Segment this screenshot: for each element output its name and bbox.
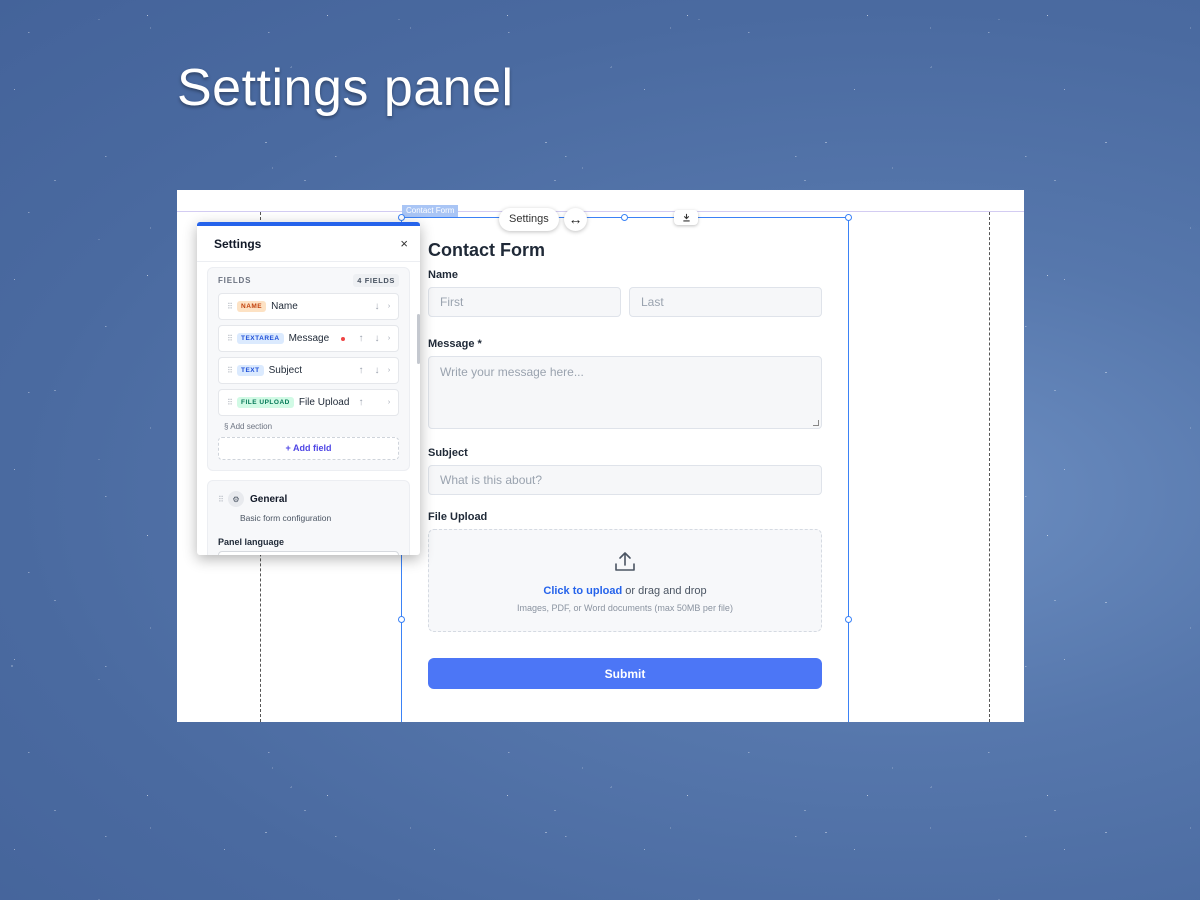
move-up-icon[interactable]: ↑ [353, 365, 369, 376]
drag-handle-icon[interactable]: ⠿ [227, 398, 237, 407]
general-description: Basic form configuration [240, 513, 332, 523]
resize-width-button[interactable]: ↔ [564, 208, 587, 231]
general-title: General [250, 493, 288, 505]
subject-label: Subject [428, 447, 468, 459]
close-icon[interactable]: × [400, 236, 408, 251]
last-name-input[interactable]: Last [629, 287, 822, 317]
drag-handle-icon[interactable]: ⠿ [218, 495, 228, 504]
textarea-resize-grip[interactable] [813, 420, 819, 426]
subject-input[interactable]: What is this about? [428, 465, 822, 495]
name-label: Name [428, 269, 458, 281]
resize-handle-top-left[interactable] [398, 214, 405, 221]
form-title: Contact Form [428, 240, 545, 260]
add-section-button[interactable]: § Add section [224, 422, 399, 431]
panel-scrollbar[interactable] [417, 314, 420, 364]
field-type-tag: FILE UPLOAD [237, 397, 294, 408]
expand-chevron-icon[interactable]: › [385, 367, 393, 374]
slide-title: Settings panel [177, 59, 514, 117]
settings-panel-header: Settings × [197, 226, 420, 262]
ghost-element-label: Contact Form [402, 205, 459, 217]
file-upload-label: File Upload [428, 511, 488, 523]
resize-handle-top-right[interactable] [845, 214, 852, 221]
upload-icon [615, 552, 635, 571]
click-to-upload-link[interactable]: Click to upload [543, 585, 622, 597]
upload-hint: Images, PDF, or Word documents (max 50MB… [517, 603, 733, 613]
contact-form: Contact Form Name First Last Message * W… [428, 240, 822, 689]
field-row[interactable]: ⠿ TEXT Subject ↑ ↓ › [218, 357, 399, 384]
add-field-button[interactable]: + Add field [218, 437, 399, 460]
submit-button[interactable]: Submit [428, 658, 822, 689]
gear-icon: ⚙ [228, 491, 244, 507]
field-name: Message [288, 333, 330, 344]
field-type-tag: TEXT [237, 365, 264, 376]
download-icon [682, 213, 690, 222]
fields-caption: FIELDS [218, 275, 252, 285]
selection-settings-button[interactable]: Settings [499, 208, 559, 231]
field-type-tag: TEXTAREA [237, 333, 284, 344]
required-indicator [341, 336, 345, 341]
horizontal-arrows-icon: ↔ [568, 211, 583, 227]
resize-handle-middle-right[interactable] [845, 616, 852, 623]
drag-handle-icon[interactable]: ⠿ [227, 302, 237, 311]
field-row[interactable]: ⠿ TEXTAREA Message ↑ ↓ › [218, 325, 399, 352]
field-name: Subject [268, 365, 302, 376]
settings-panel-title: Settings [214, 236, 262, 251]
message-placeholder: Write your message here... [440, 365, 584, 379]
horizontal-guide [177, 211, 1024, 212]
field-row[interactable]: ⠿FILE UPLOADFile Upload↑↓› [218, 389, 399, 416]
expand-chevron-icon[interactable]: › [385, 399, 393, 406]
field-type-tag: NAME [237, 301, 267, 312]
vertical-guide-right [989, 212, 990, 722]
field-list: ⠿NAMEName↑↓›⠿TEXTAREAMessage↑↓›⠿TEXTSubj… [218, 293, 399, 416]
move-up-icon[interactable]: ↑ [353, 397, 369, 408]
general-section[interactable]: ⠿ ⚙ General Basic form configuration Pan… [207, 480, 410, 555]
message-textarea[interactable]: Write your message here... [428, 356, 822, 429]
move-down-icon[interactable]: ↓ [369, 301, 385, 312]
field-name: Name [271, 301, 298, 312]
download-button[interactable] [674, 210, 698, 225]
expand-chevron-icon[interactable]: › [385, 335, 393, 342]
fields-count-badge: 4 FIELDS [353, 273, 399, 287]
settings-panel: Settings × FIELDS 4 FIELDS ⠿NAMEName↑↓›⠿… [197, 222, 420, 555]
panel-language-select[interactable] [218, 551, 399, 555]
fields-section: FIELDS 4 FIELDS ⠿NAMEName↑↓›⠿TEXTAREAMes… [207, 267, 410, 471]
move-up-icon[interactable]: ↑ [353, 333, 369, 344]
message-label: Message * [428, 338, 482, 350]
resize-handle-middle-left[interactable] [398, 616, 405, 623]
move-down-icon[interactable]: ↓ [369, 333, 385, 344]
field-row[interactable]: ⠿NAMEName↑↓› [218, 293, 399, 320]
file-dropzone[interactable]: Click to upload or drag and drop Images,… [428, 529, 822, 632]
resize-handle-top-center[interactable] [621, 214, 628, 221]
expand-chevron-icon[interactable]: › [385, 303, 393, 310]
drag-drop-text: or drag and drop [622, 585, 707, 597]
panel-language-label: Panel language [218, 537, 285, 547]
first-name-input[interactable]: First [428, 287, 621, 317]
field-name: File Upload [298, 397, 350, 408]
drag-handle-icon[interactable]: ⠿ [227, 334, 237, 343]
move-down-icon[interactable]: ↓ [369, 365, 385, 376]
drag-handle-icon[interactable]: ⠿ [227, 366, 237, 375]
